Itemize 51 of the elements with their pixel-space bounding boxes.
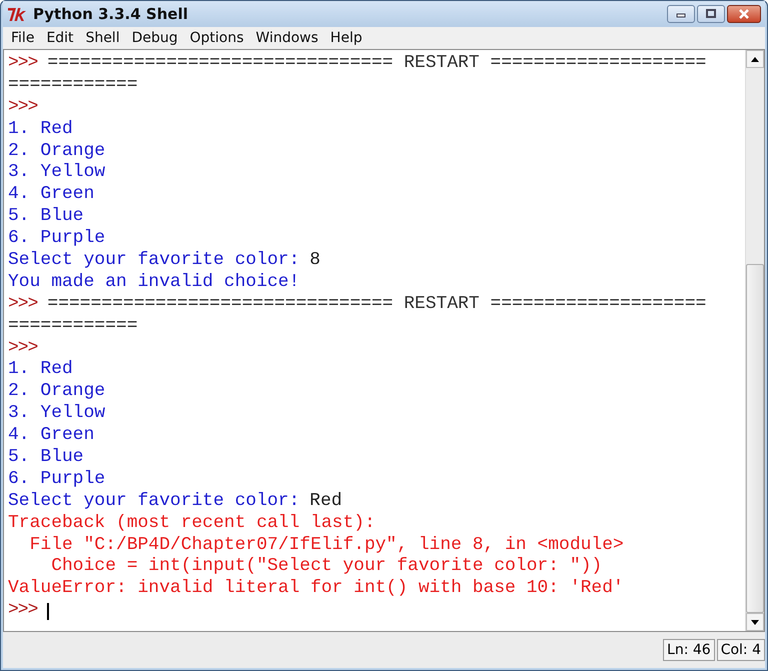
menu-item[interactable]: Debug [126,30,184,46]
menu-item[interactable]: Help [324,30,368,46]
text-cursor [47,602,50,620]
output-text: 1. Red [8,359,73,382]
menu-item[interactable]: Shell [80,30,126,46]
output-text: 2. Orange [8,140,106,162]
error-text: Traceback (most recent call last): [8,512,376,535]
scroll-down-button[interactable] [746,613,764,631]
prompt-text: >>> [8,338,38,360]
menu-item[interactable]: Edit [40,30,80,46]
line-number: Ln: 46 [663,639,715,661]
error-text: Choice = int(input("Select your favorite color: ")) [50,556,602,578]
prompt-text: >>> [8,294,38,316]
close-button[interactable] [727,5,761,23]
input-text: 8 [310,250,320,272]
output-text: 1. Red [8,118,73,141]
output-text: 3. Yellow [8,162,106,184]
restart-text: ============ [8,316,138,338]
restart-text: ================================ RESTART ==================== [47,53,706,75]
up-arrow-icon [751,56,759,62]
restart-text: ================================ RESTART ==================== [47,294,706,316]
down-arrow-icon [751,620,759,624]
output-text: Select your favorite color: [8,250,300,272]
output-text: 5. Blue [8,206,84,228]
input-text: Red [310,490,342,513]
restart-text: ============ [8,74,138,97]
window-title: Python 3.3.4 Shell [33,5,189,23]
output-text: 2. Orange [8,381,106,404]
scroll-up-button[interactable] [746,50,764,68]
maximize-button[interactable] [697,5,725,23]
menu-item[interactable]: Windows [250,30,324,46]
prompt-text: >>> [8,600,38,622]
maximize-icon [705,9,717,19]
output-text: 3. Yellow [8,403,106,426]
menu-item[interactable]: File [5,30,40,46]
output-text: 6. Purple [8,228,106,250]
output-text: 4. Green [8,425,94,448]
error-text: File "C:/BP4D/Chapter07/IfElif.py", line 8, in <module> [28,534,624,556]
column-number: Col: 4 [716,639,765,661]
output-text: 4. Green [8,184,94,206]
logo-icon [7,6,27,22]
output-text: 6. Purple [8,468,106,491]
output-text: Select your favorite color: [8,490,300,513]
menu-item[interactable]: Options [184,30,250,46]
close-icon [738,9,750,19]
output-text: You made an invalid choice! [8,272,300,294]
prompt-text: >>> [8,53,38,75]
error-text: ValueError: invalid literal for int() with base 10: 'Red' [8,578,624,600]
prompt-text: >>> [8,96,38,119]
output-text: 5. Blue [8,447,84,469]
minimize-button[interactable] [667,5,695,23]
